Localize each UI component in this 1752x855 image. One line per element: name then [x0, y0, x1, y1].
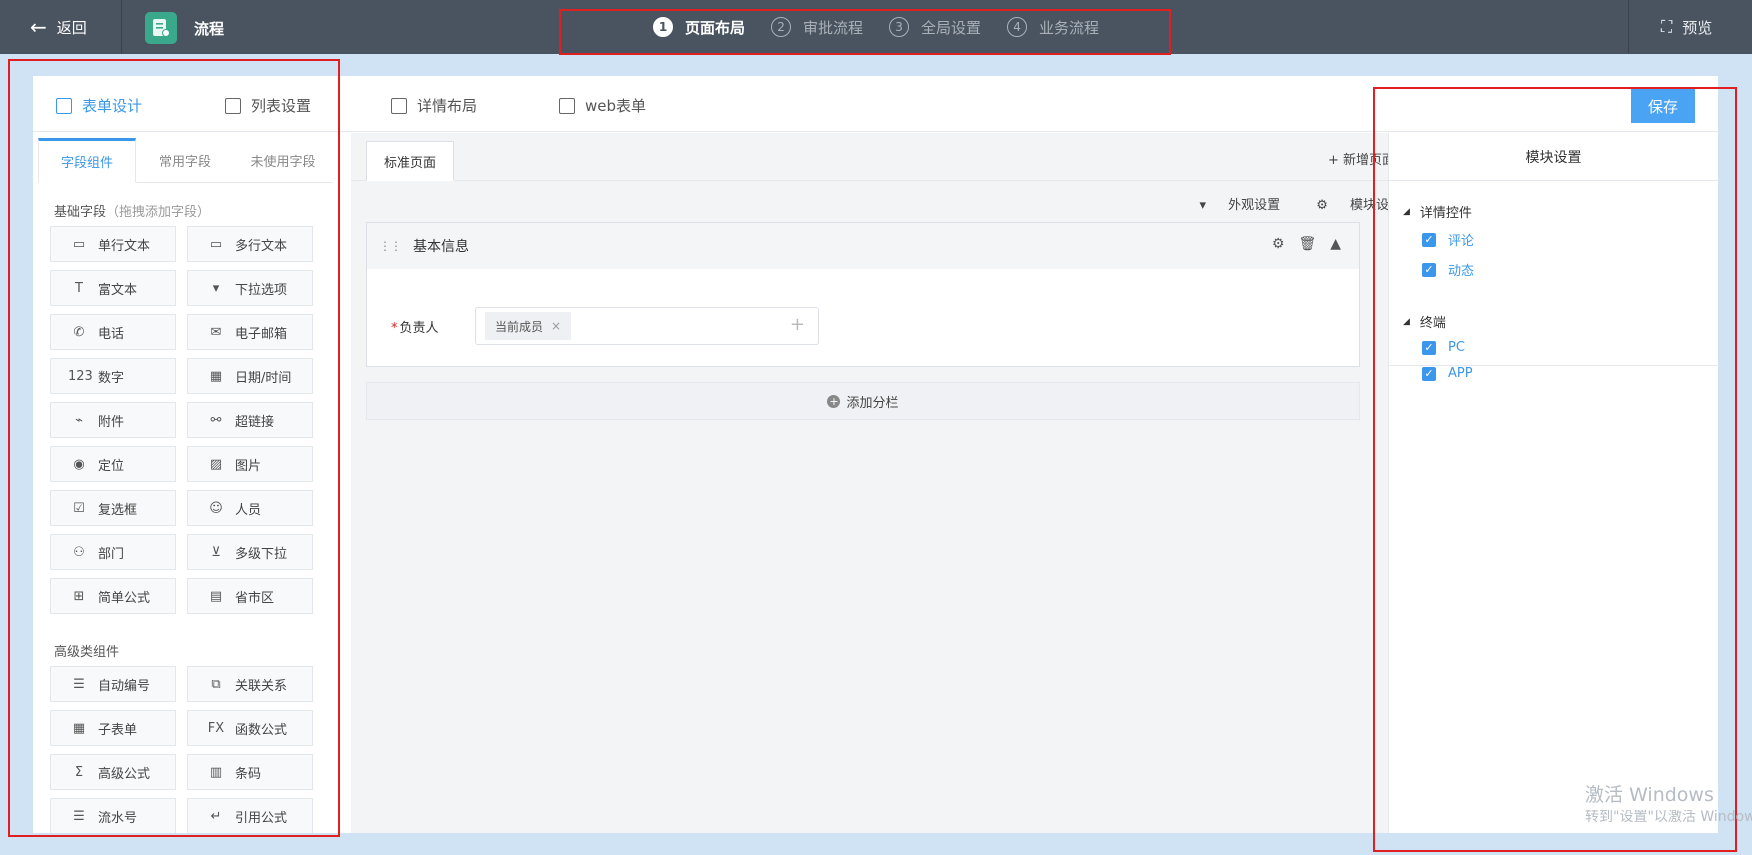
fullscreen-icon: ⛶: [1661, 17, 1673, 36]
form-canvas: 标准页面 + 新增页面 ▾ 外观设置 ⚙ 模块设置 ⋮⋮ 基本信息 ⚙ 🗑 ▲ …: [351, 133, 1403, 833]
drag-handle-icon[interactable]: ⋮⋮: [379, 239, 402, 253]
window-icon: [559, 97, 575, 114]
trash-icon[interactable]: 🗑: [1298, 236, 1316, 252]
section-block[interactable]: ⋮⋮ 基本信息 ⚙ 🗑 ▲ * 负责人 当前成员 × +: [366, 222, 1360, 367]
canvas-toolbar: ▾ 外观设置 ⚙ 模块设置: [1182, 194, 1403, 213]
field-label: * 负责人: [391, 317, 475, 336]
watermark-line2: 转到"设置"以激活 Windows。: [1585, 809, 1752, 825]
gear-icon: ⚙: [1316, 198, 1328, 213]
windows-activation-watermark: 激活 Windows 转到"设置"以激活 Windows。: [1585, 785, 1752, 825]
tab-web-form[interactable]: web表单: [559, 95, 646, 116]
arrow-left-icon: ←: [30, 15, 47, 39]
required-mark: *: [391, 320, 398, 336]
member-tag: 当前成员 ×: [485, 312, 572, 340]
preview-button[interactable]: ⛶ 预览: [1628, 0, 1752, 54]
add-column-label: 添加分栏: [846, 395, 899, 411]
tab-label: 详情布局: [417, 97, 478, 115]
watermark-line1: 激活 Windows: [1585, 784, 1714, 806]
preview-label: 预览: [1682, 18, 1713, 37]
close-icon[interactable]: ×: [551, 319, 561, 333]
highlight-box-steps: [559, 9, 1171, 55]
field-label-text: 负责人: [399, 320, 439, 336]
tab-detail-layout[interactable]: 详情布局: [391, 95, 477, 116]
add-column-button[interactable]: + 添加分栏: [366, 382, 1360, 420]
plus-icon[interactable]: +: [790, 314, 805, 335]
owner-field: * 负责人 当前成员 × +: [391, 307, 819, 345]
section-actions: ⚙ 🗑 ▲: [1272, 236, 1341, 252]
settings-icon[interactable]: ⚙: [1272, 236, 1285, 252]
tab-standard-page[interactable]: 标准页面: [366, 141, 454, 181]
highlight-box-left: [8, 59, 340, 837]
app-title: 流程: [145, 12, 224, 44]
add-circle-icon: +: [827, 394, 841, 408]
app-logo-icon: [145, 12, 177, 44]
collapse-icon[interactable]: ▲: [1330, 236, 1341, 252]
page-tabs: 标准页面 + 新增页面: [351, 133, 1403, 181]
app-name: 流程: [194, 19, 225, 38]
layout-icon: [391, 97, 407, 114]
back-button[interactable]: ← 返回: [0, 0, 122, 54]
appearance-label: 外观设置: [1228, 198, 1281, 213]
appearance-settings-button[interactable]: ▾ 外观设置: [1200, 194, 1281, 213]
member-picker[interactable]: 当前成员 × +: [475, 307, 819, 345]
tag-label: 当前成员: [495, 319, 544, 334]
tab-label: web表单: [585, 97, 647, 115]
section-header: ⋮⋮ 基本信息 ⚙ 🗑 ▲: [367, 223, 1359, 269]
section-title: 基本信息: [413, 239, 469, 255]
highlight-box-right: [1373, 87, 1737, 852]
back-label: 返回: [56, 18, 87, 37]
